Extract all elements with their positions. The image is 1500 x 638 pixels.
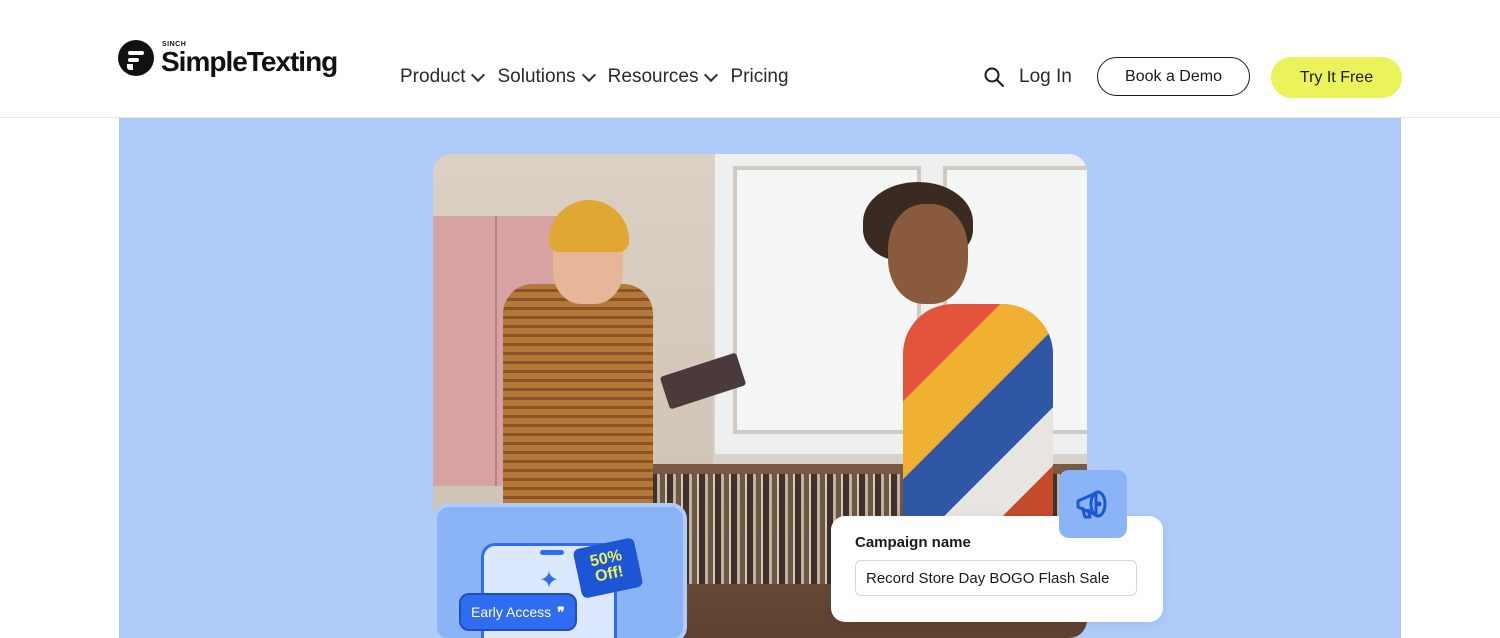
phone-illustration-card: ✦ 50% Off! Early Access ❞: [433, 503, 687, 638]
megaphone-icon: [1076, 490, 1107, 519]
nav-item-resources[interactable]: Resources: [607, 66, 719, 88]
chevron-down-icon: [471, 67, 486, 82]
campaign-name-field: Record Store Day BOGO Flash Sale: [855, 560, 1137, 596]
hero-section: ✦ 50% Off! Early Access ❞ Campaign name …: [119, 118, 1401, 638]
login-link[interactable]: Log In: [1019, 66, 1072, 88]
search-icon[interactable]: [984, 67, 1004, 87]
browser-top-strip: [0, 0, 1500, 21]
quote-icon: ❞: [557, 603, 565, 620]
sparkle-icon: ✦: [538, 567, 560, 594]
nav-item-label: Resources: [607, 66, 699, 87]
nav-item-label: Product: [400, 66, 466, 87]
chevron-down-icon: [581, 67, 596, 82]
megaphone-tile: [1059, 470, 1127, 538]
logo-icon: [118, 40, 154, 76]
nav-item-pricing[interactable]: Pricing: [730, 66, 788, 88]
nav-item-label: Solutions: [497, 66, 576, 87]
logo-name-text: SimpleTexting: [161, 45, 338, 77]
early-access-bubble: Early Access ❞: [459, 593, 577, 631]
main-nav: Product Solutions Resources Pricing: [400, 66, 789, 88]
logo[interactable]: SINCH SimpleTexting: [118, 38, 338, 78]
nav-item-product[interactable]: Product: [400, 66, 486, 88]
chevron-down-icon: [704, 67, 719, 82]
nav-item-label: Pricing: [730, 66, 789, 87]
try-free-button[interactable]: Try It Free: [1271, 57, 1402, 98]
early-access-label: Early Access: [471, 604, 552, 620]
campaign-name-label: Campaign name: [855, 534, 971, 551]
book-demo-button[interactable]: Book a Demo: [1097, 57, 1250, 96]
nav-item-solutions[interactable]: Solutions: [497, 66, 596, 88]
